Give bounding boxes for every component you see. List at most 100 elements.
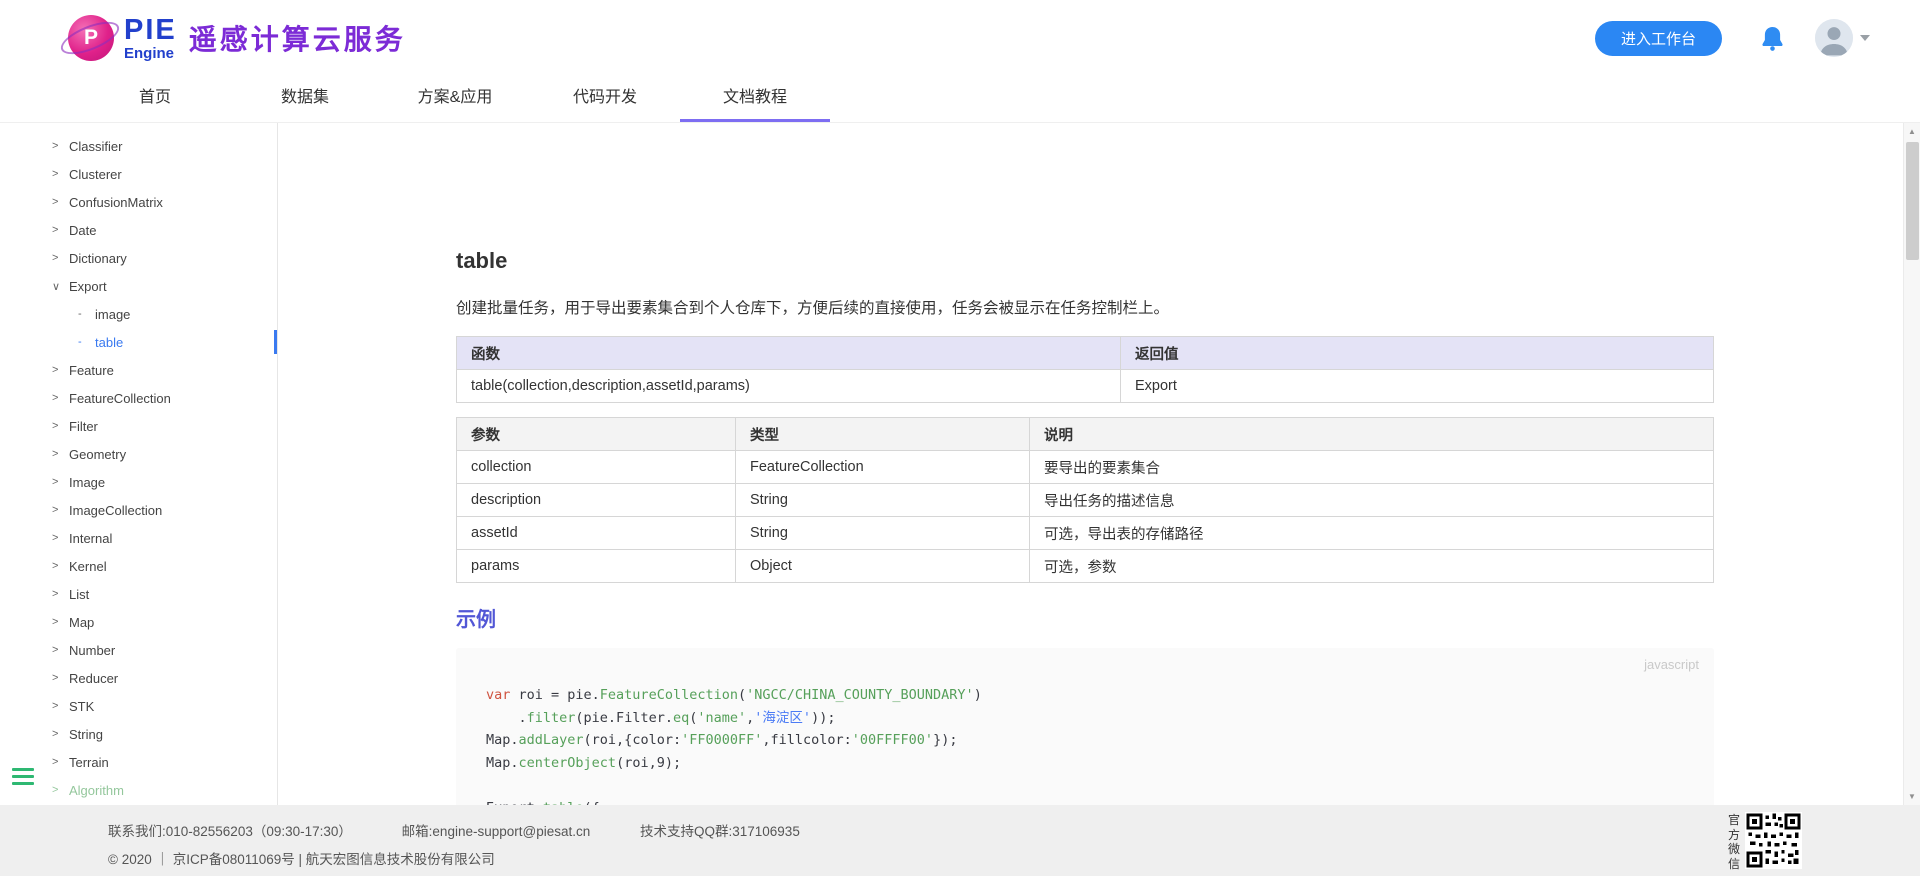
sidebar-item-geometry[interactable]: > Geometry	[0, 440, 277, 468]
sidebar-item-label: ConfusionMatrix	[69, 194, 163, 210]
sidebar-item-image[interactable]: > Image	[0, 468, 277, 496]
code-line: Map.centerObject(roi,9);	[486, 754, 682, 771]
table-row: description String 导出任务的描述信息	[456, 483, 1714, 517]
sidebar-item-label: Geometry	[69, 446, 127, 462]
brand[interactable]: P PIE Engine 遥感计算云服务	[56, 13, 406, 61]
table-cell: assetId	[456, 516, 736, 550]
sidebar-item-label: Internal	[69, 530, 113, 546]
footer-qq-group: 技术支持QQ群:317106935	[640, 824, 800, 839]
chevron-right-icon: >	[52, 420, 59, 432]
scroll-down-arrow-icon[interactable]: ▼	[1904, 788, 1920, 805]
sidebar-item-dictionary[interactable]: > Dictionary	[0, 244, 277, 272]
chevron-right-icon: >	[52, 392, 59, 404]
code-line: var roi = pie.FeatureCollection('NGCC/CH…	[486, 687, 982, 703]
sidebar-item-number[interactable]: > Number	[0, 636, 277, 664]
sidebar-item-reducer[interactable]: > Reducer	[0, 664, 277, 692]
chevron-right-icon: >	[52, 140, 59, 152]
chevron-right-icon: >	[52, 532, 59, 544]
sidebar-item-label: Terrain	[69, 754, 109, 770]
code-block: javascript var roi = pie.FeatureCollecti…	[456, 648, 1714, 805]
sidebar-item-label: Map	[69, 614, 95, 630]
sidebar-item-map[interactable]: > Map	[0, 608, 277, 636]
api-sidebar: > Classifier > Clusterer > ConfusionMatrix > Da…	[0, 123, 278, 805]
notification-bell-icon[interactable]	[1758, 24, 1787, 53]
sidebar-item-confusionmatrix[interactable]: > ConfusionMatrix	[0, 188, 277, 216]
sidebar-item-table[interactable]: - table	[0, 328, 277, 356]
sidebar-item-list[interactable]: > List	[0, 580, 277, 608]
chevron-right-icon: >	[52, 756, 59, 768]
sidebar-item-algorithm[interactable]: > Algorithm	[0, 776, 277, 804]
table-row: collection FeatureCollection 要导出的要素集合	[456, 450, 1714, 484]
sidebar-item-featurecollection[interactable]: > FeatureCollection	[0, 384, 277, 412]
table-row: params Object 可选，参数	[456, 549, 1714, 583]
table-cell: FeatureCollection	[735, 450, 1030, 484]
chevron-right-icon: >	[52, 504, 59, 516]
chevron-down-icon[interactable]	[1860, 35, 1870, 41]
user-avatar[interactable]	[1815, 19, 1853, 57]
header-actions: 进入工作台	[1594, 19, 1870, 57]
site-title: 遥感计算云服务	[188, 24, 406, 55]
sidebar-item-label: Export	[69, 278, 107, 294]
sidebar-item-kernel[interactable]: > Kernel	[0, 552, 277, 580]
sidebar-item-label: String	[69, 726, 103, 742]
sidebar-item-classifier[interactable]: > Classifier	[0, 132, 277, 160]
nav-tab[interactable]: 代码开发	[530, 76, 680, 122]
table-cell: params	[456, 549, 736, 583]
table-cell: 可选，导出表的存储路径	[1029, 516, 1714, 550]
code-line: Map.addLayer(roi,{color:'FF0000FF',fillc…	[486, 732, 958, 748]
sidebar-item-internal[interactable]: > Internal	[0, 524, 277, 552]
column-header: 类型	[735, 417, 1030, 451]
sidebar-item-image[interactable]: - image	[0, 300, 277, 328]
scroll-up-arrow-icon[interactable]: ▲	[1904, 123, 1920, 140]
sidebar-item-label: Filter	[69, 418, 98, 434]
logo-text-pie: PIE	[124, 13, 177, 46]
nav-tab[interactable]: 文档教程	[680, 76, 830, 122]
wechat-block: 官方微信	[1728, 812, 1802, 871]
column-header: 参数	[456, 417, 736, 451]
table-row: assetId String 可选，导出表的存储路径	[456, 516, 1714, 550]
sidebar-item-imagecollection[interactable]: > ImageCollection	[0, 496, 277, 524]
nav-tab[interactable]: 数据集	[230, 76, 380, 122]
hamburger-icon[interactable]	[12, 768, 34, 789]
sidebar-item-label: table	[95, 334, 124, 350]
footer: 联系我们:010-82556203（09:30-17:30） 邮箱:engine…	[0, 805, 1920, 876]
table-cell: collection	[456, 450, 736, 484]
table-cell: String	[735, 483, 1030, 517]
api-description: 创建批量任务，用于导出要素集合到个人仓库下，方便后续的直接使用，任务会被显示在任…	[456, 300, 1170, 317]
sidebar-item-clusterer[interactable]: > Clusterer	[0, 160, 277, 188]
sidebar-item-feature[interactable]: > Feature	[0, 356, 277, 384]
column-header: 说明	[1029, 417, 1714, 451]
sidebar-item-filter[interactable]: > Filter	[0, 412, 277, 440]
sidebar-item-label: Dictionary	[69, 250, 127, 266]
nav-tab[interactable]: 方案&应用	[380, 76, 530, 122]
vertical-scrollbar[interactable]: ▲ ▼	[1903, 123, 1920, 805]
logo-text: PIE Engine	[124, 13, 177, 61]
column-header: 返回值	[1120, 336, 1714, 370]
sidebar-item-label: Reducer	[69, 670, 119, 686]
sidebar-item-string[interactable]: > String	[0, 720, 277, 748]
nav-tab[interactable]: 首页	[80, 76, 230, 122]
sidebar-item-label: List	[69, 586, 90, 602]
chevron-down-icon: ∨	[52, 280, 61, 293]
params-table: 参数 类型 说明 collection FeatureCollection 要导出的要素集…	[456, 417, 1714, 583]
app-header: P PIE Engine 遥感计算云服务 进入工作台	[0, 0, 1920, 76]
chevron-right-icon: >	[52, 448, 59, 460]
sidebar-item-stk[interactable]: > STK	[0, 692, 277, 720]
page-title: table	[456, 248, 508, 273]
chevron-right-icon: >	[52, 252, 59, 264]
sidebar-item-terrain[interactable]: > Terrain	[0, 748, 277, 776]
footer-email: 邮箱:engine-support@piesat.cn	[401, 824, 591, 839]
enter-workspace-button[interactable]: 进入工作台	[1594, 20, 1722, 56]
chevron-right-icon: >	[52, 560, 59, 572]
table-cell: description	[456, 483, 736, 517]
sidebar-item-label: Feature	[69, 362, 114, 378]
sidebar-item-label: Classifier	[69, 138, 123, 154]
chevron-right-icon: >	[52, 196, 59, 208]
column-header: 函数	[456, 336, 1121, 370]
sidebar-item-date[interactable]: > Date	[0, 216, 277, 244]
chevron-right-icon: >	[52, 588, 59, 600]
scrollbar-thumb[interactable]	[1906, 142, 1919, 260]
footer-copyright: © 2020 ｜ 京ICP备08011069号 | 航天宏图信息技术股份有限公司	[108, 852, 495, 867]
sidebar-item-export[interactable]: ∨ Export	[0, 272, 277, 300]
sidebar-item-label: Image	[69, 474, 106, 490]
